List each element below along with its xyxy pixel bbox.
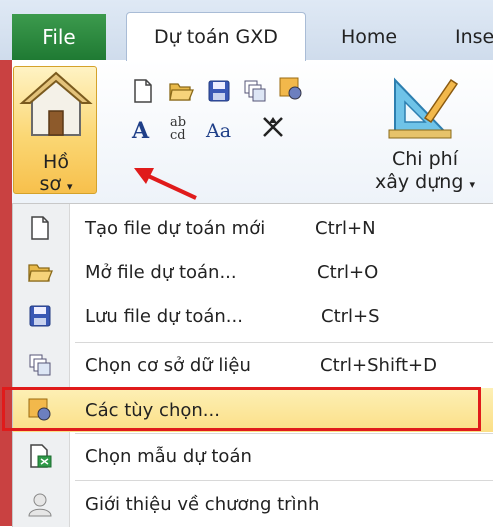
house-icon bbox=[19, 71, 93, 136]
menu-separator bbox=[75, 480, 493, 481]
font-icon[interactable]: A bbox=[132, 118, 158, 144]
tab-du-toan-gxd[interactable]: Dự toán GXD bbox=[126, 12, 306, 61]
ho-so-label: Hồ sơ ▾ bbox=[39, 151, 73, 195]
menu-item-shortcut: Ctrl+N bbox=[315, 217, 376, 239]
ribbon-small-icons: A ab cd Aa bbox=[120, 70, 350, 155]
ho-so-button[interactable]: Hồ sơ ▾ bbox=[13, 66, 97, 195]
annotation-arrow-icon bbox=[134, 168, 197, 200]
open-folder-icon[interactable] bbox=[168, 78, 194, 104]
tab-file[interactable]: File bbox=[12, 14, 106, 60]
menu-item-mo-file[interactable]: Mở file dự toán... Ctrl+O bbox=[13, 250, 493, 294]
chi-phi-xay-dung-button[interactable]: Chi phí xây dựng ▾ bbox=[365, 66, 485, 194]
tab-insert[interactable]: Inse bbox=[455, 14, 493, 60]
menu-item-chon-co-so-du-lieu[interactable]: Chọn cơ sở dữ liệu Ctrl+Shift+D bbox=[13, 343, 493, 387]
database-icon bbox=[29, 354, 51, 376]
ho-so-dropdown-menu: Tạo file dự toán mới Ctrl+N Mở file dự t… bbox=[12, 203, 493, 527]
dropdown-arrow-icon: ▾ bbox=[469, 178, 475, 191]
change-case-icon[interactable]: Aa bbox=[206, 118, 238, 144]
database-icon[interactable] bbox=[242, 78, 268, 104]
save-icon[interactable] bbox=[206, 78, 232, 104]
menu-item-label: Lưu file dự toán... bbox=[85, 305, 243, 327]
menu-item-shortcut: Ctrl+S bbox=[321, 305, 380, 327]
dropdown-arrow-icon: ▾ bbox=[67, 180, 73, 193]
save-icon bbox=[29, 305, 51, 327]
ribbon-tab-bar: File Dự toán GXD Home Inse bbox=[0, 0, 493, 61]
new-file-icon[interactable] bbox=[130, 78, 156, 104]
chi-phi-label: Chi phí xây dựng ▾ bbox=[375, 148, 475, 193]
menu-item-label: Chọn mẫu dự toán bbox=[85, 445, 252, 467]
menu-item-cac-tuy-chon[interactable]: Các tùy chọn... bbox=[13, 388, 493, 432]
menu-item-chon-mau-du-toan[interactable]: Chọn mẫu dự toán bbox=[13, 434, 493, 478]
menu-item-label: Mở file dự toán... bbox=[85, 261, 237, 283]
set-square-pencil-icon bbox=[388, 77, 459, 139]
window-left-edge bbox=[0, 60, 12, 526]
menu-item-label: Các tùy chọn... bbox=[85, 399, 220, 421]
options-icon[interactable] bbox=[278, 76, 304, 102]
menu-item-tao-file-moi[interactable]: Tạo file dự toán mới Ctrl+N bbox=[13, 206, 493, 250]
menu-item-luu-file[interactable]: Lưu file dự toán... Ctrl+S bbox=[13, 294, 493, 338]
menu-item-label: Giới thiệu về chương trình bbox=[85, 493, 320, 515]
tab-home[interactable]: Home bbox=[341, 14, 397, 60]
user-icon bbox=[28, 493, 52, 517]
spelling-icon[interactable]: ab cd bbox=[170, 116, 196, 142]
menu-item-shortcut: Ctrl+Shift+D bbox=[320, 354, 437, 376]
menu-item-label: Chọn cơ sở dữ liệu bbox=[85, 354, 251, 376]
new-file-icon bbox=[31, 216, 49, 240]
menu-item-label: Tạo file dự toán mới bbox=[85, 217, 266, 239]
expand-arrows-icon[interactable] bbox=[260, 114, 286, 140]
options-icon bbox=[28, 398, 51, 421]
open-folder-icon bbox=[28, 264, 53, 282]
menu-item-shortcut: Ctrl+O bbox=[317, 261, 379, 283]
template-icon bbox=[30, 444, 52, 468]
menu-item-gioi-thieu[interactable]: Giới thiệu về chương trình bbox=[13, 482, 493, 526]
